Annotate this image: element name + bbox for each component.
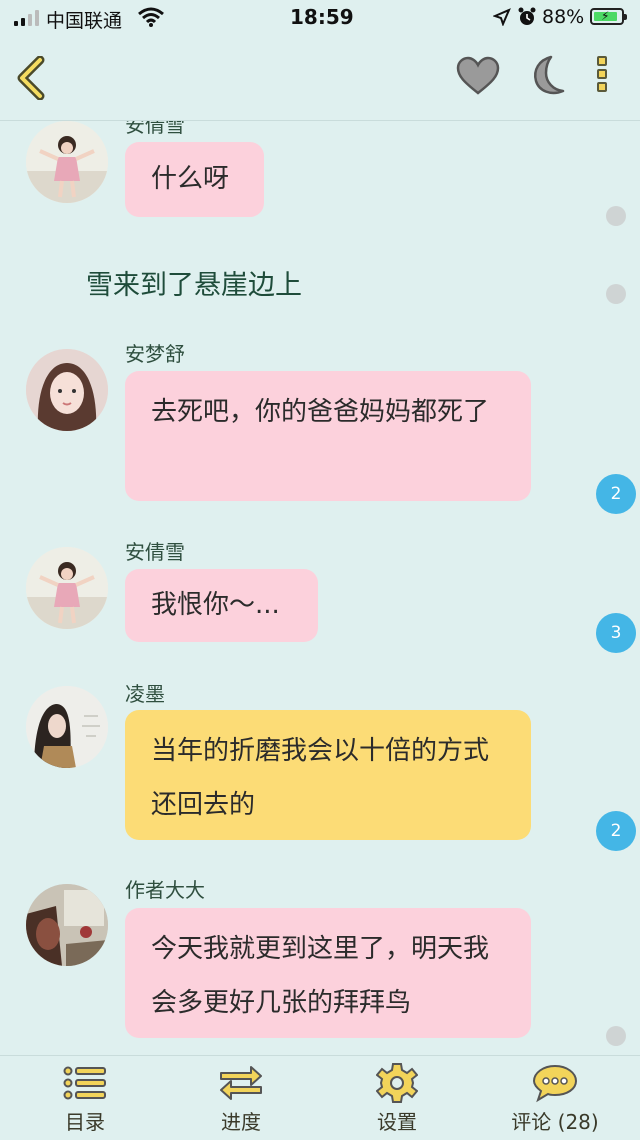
speech-bubble-icon <box>532 1064 578 1103</box>
alarm-icon <box>518 7 536 25</box>
girl-portrait-icon <box>26 547 108 629</box>
avatar[interactable] <box>26 121 108 203</box>
speaker-name: 作者大大 <box>125 878 205 902</box>
comments-label: 评论 (28) <box>511 1110 599 1134</box>
settings-button[interactable]: 设置 <box>342 1062 452 1135</box>
reader-header <box>0 36 640 121</box>
progress-label: 进度 <box>221 1110 261 1134</box>
comments-button[interactable]: 评论 (28) <box>494 1062 616 1135</box>
message-bubble[interactable]: 去死吧，你的爸爸妈妈都死了 <box>125 371 531 501</box>
battery-percent: 88% <box>542 6 585 28</box>
location-icon <box>493 8 511 26</box>
signal-icon <box>14 9 39 26</box>
progress-button[interactable]: 进度 <box>186 1062 296 1135</box>
avatar[interactable] <box>26 686 108 768</box>
status-bar: 中国联通 18:59 88% ⚡ <box>0 0 640 36</box>
battery-icon: ⚡ <box>590 8 627 25</box>
avatar[interactable] <box>26 547 108 629</box>
speaker-name: 安梦舒 <box>125 342 185 366</box>
girl-portrait-icon <box>26 121 108 203</box>
comment-dot[interactable] <box>606 1026 626 1046</box>
scene-photo-icon <box>26 884 108 966</box>
comment-count-badge[interactable]: 2 <box>596 811 636 851</box>
moon-icon[interactable] <box>525 54 567 98</box>
bottom-nav: 目录 进度 设置 评论 (28) <box>0 1055 640 1140</box>
avatar[interactable] <box>26 884 108 966</box>
back-icon[interactable] <box>14 56 48 100</box>
comment-dot[interactable] <box>606 284 626 304</box>
speaker-name: 安倩雪 <box>125 121 185 137</box>
speaker-name: 安倩雪 <box>125 540 185 564</box>
swap-arrows-icon <box>220 1066 262 1100</box>
comment-count-badge[interactable]: 2 <box>596 474 636 514</box>
wifi-icon <box>138 7 164 27</box>
comment-dot[interactable] <box>606 206 626 226</box>
more-icon[interactable] <box>596 56 614 100</box>
settings-label: 设置 <box>377 1110 417 1134</box>
girl-portrait-icon <box>26 349 108 431</box>
avatar[interactable] <box>26 349 108 431</box>
heart-icon[interactable] <box>456 56 500 96</box>
catalog-button[interactable]: 目录 <box>30 1062 140 1135</box>
comment-count-badge[interactable]: 3 <box>596 613 636 653</box>
chat-list: 安倩雪 什么呀 雪来到了悬崖边上 安梦舒 去死吧，你的爸爸妈妈都死了 2 安倩雪… <box>0 121 640 1055</box>
narration-text: 雪来到了悬崖边上 <box>86 270 302 301</box>
message-bubble[interactable]: 今天我就更到这里了，明天我会多更好几张的拜拜鸟 <box>125 908 531 1038</box>
carrier-label: 中国联通 <box>46 10 123 32</box>
message-bubble[interactable]: 什么呀 <box>125 142 264 217</box>
message-bubble[interactable]: 当年的折磨我会以十倍的方式还回去的 <box>125 710 531 840</box>
clock: 18:59 <box>290 5 354 29</box>
message-bubble[interactable]: 我恨你～... <box>125 569 318 642</box>
gear-icon <box>376 1063 418 1103</box>
person-portrait-icon <box>26 686 108 768</box>
speaker-name: 凌墨 <box>125 682 165 706</box>
catalog-label: 目录 <box>65 1110 105 1134</box>
list-icon <box>63 1066 106 1100</box>
